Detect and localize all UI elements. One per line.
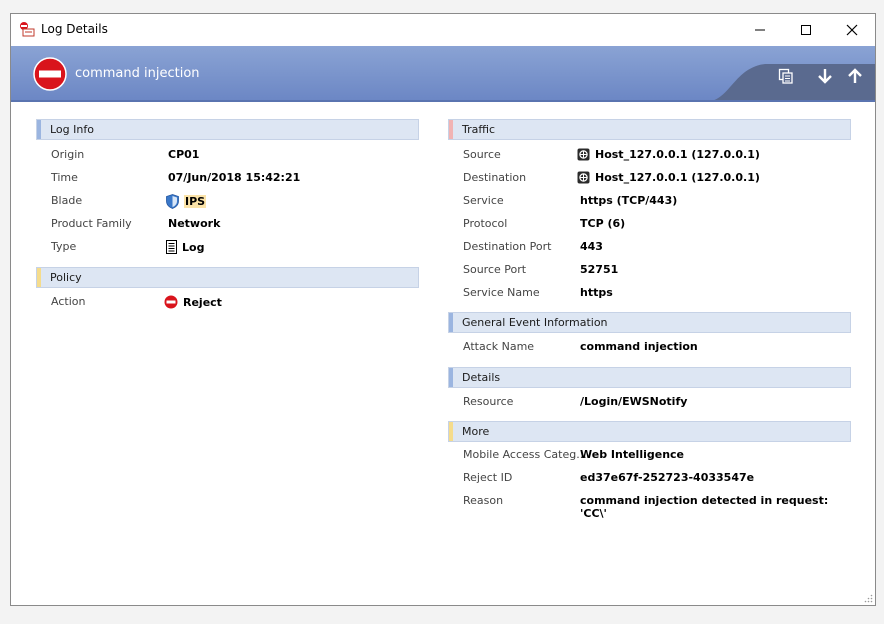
- log-info-row: Product Family Network: [51, 217, 221, 230]
- general-event-heading: General Event Information: [462, 316, 608, 329]
- details-heading: Details: [462, 371, 501, 384]
- type-value: Log: [182, 240, 205, 254]
- traffic-row: Source Port 52751: [463, 263, 619, 276]
- policy-section: Policy Action Reject: [36, 267, 419, 313]
- maximize-button[interactable]: [783, 14, 829, 46]
- traffic-row: Service https (TCP/443): [463, 194, 678, 207]
- policy-heading: Policy: [50, 271, 82, 284]
- traffic-header[interactable]: Traffic: [448, 119, 851, 140]
- close-icon: [846, 24, 858, 36]
- host-icon: [577, 148, 590, 161]
- reject-large-icon: [33, 57, 67, 91]
- general-event-row: Attack Name command injection: [463, 340, 698, 353]
- log-document-icon: [166, 240, 177, 254]
- arrow-up-icon: [848, 68, 862, 83]
- traffic-row: Source Host_127.0.0.1 (127.0.0.1): [463, 148, 760, 161]
- more-heading: More: [462, 425, 490, 438]
- log-details-window: Log Details command injection Log Info O…: [10, 13, 876, 606]
- more-row: Reject ID ed37e67f-252723-4033547e: [463, 471, 755, 484]
- more-section: More Mobile Access Categ... Web Intellig…: [448, 421, 851, 520]
- copy-icon: [778, 68, 793, 84]
- more-header[interactable]: More: [448, 421, 851, 442]
- log-info-heading: Log Info: [50, 123, 94, 136]
- previous-log-button[interactable]: [844, 67, 866, 85]
- minimize-button[interactable]: [737, 14, 783, 46]
- details-section: Details Resource /Login/EWSNotify: [448, 367, 851, 413]
- policy-row: Action Reject: [51, 295, 222, 309]
- general-event-section: General Event Information Attack Name co…: [448, 312, 851, 358]
- window-title: Log Details: [41, 22, 108, 36]
- log-info-header[interactable]: Log Info: [36, 119, 419, 140]
- log-info-row: Origin CP01: [51, 148, 200, 161]
- close-button[interactable]: [829, 14, 875, 46]
- title-bar[interactable]: Log Details: [11, 14, 875, 46]
- blade-value: IPS: [184, 195, 207, 208]
- log-info-row: Blade IPS: [51, 194, 207, 209]
- header-title: command injection: [75, 66, 200, 81]
- more-row: Reason command injection detected in req…: [463, 494, 829, 520]
- traffic-section: Traffic Source Host_127.0.0.1 (127.0.0.1…: [448, 119, 851, 304]
- resize-grip-icon[interactable]: [863, 593, 873, 603]
- details-header[interactable]: Details: [448, 367, 851, 388]
- policy-header[interactable]: Policy: [36, 267, 419, 288]
- more-row: Mobile Access Categ... Web Intelligence: [463, 448, 685, 461]
- log-info-row: Time 07/Jun/2018 15:42:21: [51, 171, 301, 184]
- log-info-section: Log Info Origin CP01 Time 07/Jun/2018 15…: [36, 119, 419, 258]
- next-log-button[interactable]: [814, 67, 836, 85]
- ips-shield-icon: [166, 194, 179, 209]
- copy-button[interactable]: [775, 67, 797, 85]
- log-header-banner: command injection: [11, 46, 875, 102]
- details-row: Resource /Login/EWSNotify: [463, 395, 688, 408]
- traffic-row: Destination Host_127.0.0.1 (127.0.0.1): [463, 171, 760, 184]
- traffic-row: Protocol TCP (6): [463, 217, 626, 230]
- traffic-heading: Traffic: [462, 123, 496, 136]
- host-icon: [577, 171, 590, 184]
- action-value: Reject: [183, 295, 222, 309]
- arrow-down-icon: [818, 69, 832, 84]
- traffic-row: Destination Port 443: [463, 240, 603, 253]
- maximize-icon: [801, 25, 811, 35]
- traffic-row: Service Name https: [463, 286, 613, 299]
- log-details-app-icon: [20, 22, 35, 37]
- log-info-row: Type Log: [51, 240, 205, 254]
- general-event-header[interactable]: General Event Information: [448, 312, 851, 333]
- minimize-icon: [755, 29, 765, 31]
- reject-icon: [164, 295, 178, 309]
